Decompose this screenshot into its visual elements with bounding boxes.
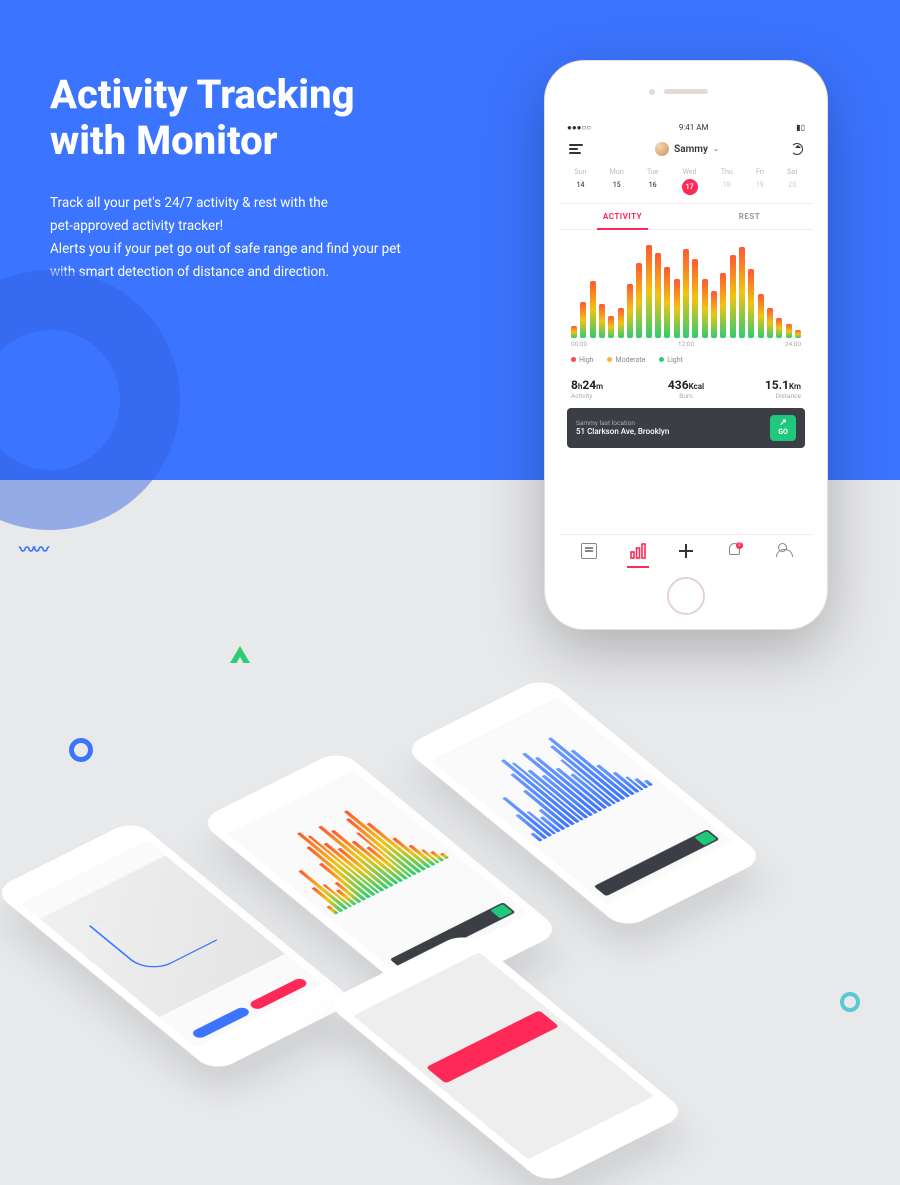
chart-bar <box>720 273 726 338</box>
legend-light: Light <box>659 356 683 364</box>
chart-bar <box>711 291 717 338</box>
chart-bar <box>730 255 736 337</box>
day-mon[interactable]: Mon15 <box>610 166 624 195</box>
chart-bar <box>627 284 633 338</box>
chart-bar <box>655 253 661 337</box>
location-label: Sammy last location <box>576 419 669 427</box>
chart-bar <box>646 245 652 337</box>
decor-circle-teal-icon <box>840 992 860 1012</box>
nav-profile-icon[interactable] <box>775 543 791 559</box>
go-button-small[interactable] <box>694 831 716 845</box>
pet-name-label: Sammy <box>674 144 708 155</box>
alert-banner <box>426 1010 559 1083</box>
rest-chart-small <box>431 697 662 847</box>
day-sat[interactable]: Sat20 <box>787 166 797 195</box>
chart-bar <box>590 281 596 338</box>
chart-bar <box>580 302 586 337</box>
status-time: 9:41 AM <box>679 123 709 132</box>
menu-icon[interactable] <box>569 144 583 154</box>
tab-rest[interactable]: REST <box>686 204 813 229</box>
pet-avatar-icon <box>655 142 669 156</box>
decor-circle-blue-icon <box>69 738 93 762</box>
chart-bar <box>739 247 745 337</box>
chart-bar <box>776 318 782 338</box>
bottom-nav <box>559 534 813 567</box>
week-day-picker: Sun14 Mon15 Tue16 Wed17 Thu18 Fri19 Sat2… <box>559 162 813 203</box>
route-line-icon <box>89 891 218 975</box>
hero-description: Track all your pet's 24/7 activity & res… <box>50 192 450 284</box>
nav-notifications-icon[interactable] <box>726 543 742 559</box>
nav-chart-icon[interactable] <box>630 543 646 559</box>
tab-bar: ACTIVITY REST <box>559 203 813 230</box>
chart-bar <box>636 263 642 337</box>
get-help-button[interactable] <box>248 977 309 1011</box>
stat-distance: 15.1Km Distance <box>724 378 801 400</box>
day-fri[interactable]: Fri19 <box>756 166 764 195</box>
legend-high: High <box>571 356 593 364</box>
chart-bar <box>702 279 708 338</box>
decor-zigzag-icon: 〰〰 <box>19 536 47 560</box>
phone-mockup-main: ●●●○○ 9:41 AM ▮▯ Sammy ⌄ Sun14 Mon15 Tue… <box>544 60 828 630</box>
chevron-down-icon: ⌄ <box>713 145 719 153</box>
chart-bar <box>795 330 801 338</box>
battery-icon: ▮▯ <box>796 123 805 132</box>
refresh-icon[interactable] <box>791 143 803 155</box>
signal-icon: ●●●○○ <box>567 123 591 132</box>
day-wed[interactable]: Wed17 <box>682 166 698 195</box>
chart-bar <box>767 308 773 337</box>
chart-bar <box>618 308 624 337</box>
pet-selector[interactable]: Sammy ⌄ <box>655 142 719 156</box>
found-it-button[interactable] <box>190 1006 251 1040</box>
decor-circle-large <box>0 270 180 530</box>
phone-home-button <box>667 577 705 615</box>
app-screen: ●●●○○ 9:41 AM ▮▯ Sammy ⌄ Sun14 Mon15 Tue… <box>559 119 813 567</box>
stat-burn: 436Kcal Burn <box>648 378 725 400</box>
chart-bar <box>692 259 698 337</box>
chart-bar <box>748 269 754 338</box>
go-button-small[interactable] <box>490 904 512 918</box>
nav-add-icon[interactable] <box>678 543 694 559</box>
stat-activity: 8h24m Activity <box>571 378 648 400</box>
chart-legend: High Moderate Light <box>559 348 813 372</box>
phone-camera <box>649 89 655 95</box>
chart-bar <box>599 304 605 337</box>
go-button[interactable]: GO <box>770 415 796 441</box>
chart-bar <box>674 279 680 338</box>
activity-chart-small <box>227 770 458 920</box>
day-sun[interactable]: Sun14 <box>575 166 587 195</box>
chart-bar <box>758 294 764 337</box>
chart-x-axis: 00:0012:0024:00 <box>559 340 813 348</box>
chart-bar <box>608 316 614 338</box>
tab-activity[interactable]: ACTIVITY <box>559 204 686 229</box>
day-tue[interactable]: Tue16 <box>647 166 658 195</box>
activity-chart <box>559 230 813 340</box>
status-bar: ●●●○○ 9:41 AM ▮▯ <box>559 119 813 136</box>
legend-moderate: Moderate <box>607 356 645 364</box>
phone-speaker <box>664 89 708 94</box>
chart-bar <box>786 324 792 338</box>
nav-feed-icon[interactable] <box>581 543 597 559</box>
decor-triangle-icon <box>230 636 250 663</box>
app-header: Sammy ⌄ <box>559 136 813 162</box>
map-view <box>40 856 286 1018</box>
day-thu[interactable]: Thu18 <box>721 166 733 195</box>
location-address: 51 Clarkson Ave, Brooklyn <box>576 427 669 436</box>
chart-bar <box>571 326 577 338</box>
location-card[interactable]: Sammy last location 51 Clarkson Ave, Bro… <box>567 408 805 448</box>
location-card-small <box>594 829 720 896</box>
chart-bar <box>683 249 689 337</box>
chart-bar <box>664 267 670 338</box>
stats-row: 8h24m Activity 436Kcal Burn 15.1Km Dista… <box>559 372 813 408</box>
